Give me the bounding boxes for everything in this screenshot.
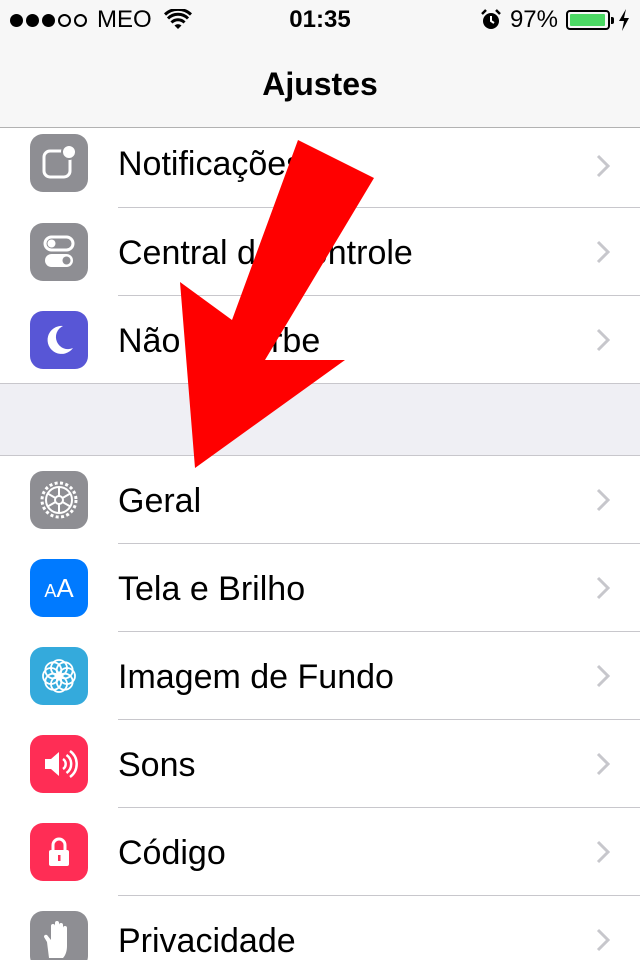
status-right: 97% [480,6,630,34]
chevron-right-icon [596,840,610,864]
small-a-glyph: A [44,581,57,601]
row-label: Tela e Brilho [118,570,306,608]
chevron-right-icon [596,752,610,776]
row-label: Privacidade [118,922,296,960]
lock-icon [30,823,88,881]
row-label: Código [118,834,226,872]
chevron-right-icon [596,328,610,352]
alarm-icon [481,9,501,29]
settings-row-central-de-controle[interactable]: Central de Controle [0,208,640,296]
speaker-icon [30,735,88,793]
hand-icon [30,911,88,960]
row-label: Notificações [118,145,304,183]
wallpaper-flower-icon [30,647,88,705]
chevron-right-icon [596,928,610,952]
settings-group-2: Geral AA Tela e Brilho Imagem de Fundo S… [0,455,640,960]
chevron-right-icon [596,154,610,178]
chevron-right-icon [596,240,610,264]
settings-row-imagem-de-fundo[interactable]: Imagem de Fundo [0,632,640,720]
chevron-right-icon [596,664,610,688]
settings-row-codigo[interactable]: Código [0,808,640,896]
settings-row-nao-perturbe[interactable]: Não Perturbe [0,296,640,384]
status-bar: MEO 01:35 97% [0,0,640,40]
settings-group-1: Notificações Central de Controle Não Per… [0,128,640,384]
row-label: Não Perturbe [118,322,321,360]
chevron-right-icon [596,576,610,600]
settings-screen: MEO 01:35 97% Ajustes Notificações Centr… [0,0,640,960]
control-center-icon [30,223,88,281]
battery-percent: 97% [509,6,558,33]
settings-row-privacidade[interactable]: Privacidade [0,896,640,960]
row-label: Sons [118,746,196,784]
charging-bolt-icon [619,9,629,31]
large-a-glyph: A [56,573,74,603]
page-title: Ajustes [262,66,378,102]
moon-icon [30,311,88,369]
gear-icon [30,471,88,529]
text-size-icon: AA [30,559,88,617]
battery-icon [566,10,614,30]
settings-row-notificacoes[interactable]: Notificações [0,128,640,208]
notifications-icon [30,134,88,192]
row-label: Geral [118,482,202,520]
battery-level-fill [570,14,605,26]
row-label: Imagem de Fundo [118,658,394,696]
settings-row-geral[interactable]: Geral [0,456,640,544]
row-label: Central de Controle [118,234,413,272]
navigation-bar: Ajustes [0,40,640,128]
settings-row-sons[interactable]: Sons [0,720,640,808]
settings-row-tela-e-brilho[interactable]: AA Tela e Brilho [0,544,640,632]
chevron-right-icon [596,488,610,512]
